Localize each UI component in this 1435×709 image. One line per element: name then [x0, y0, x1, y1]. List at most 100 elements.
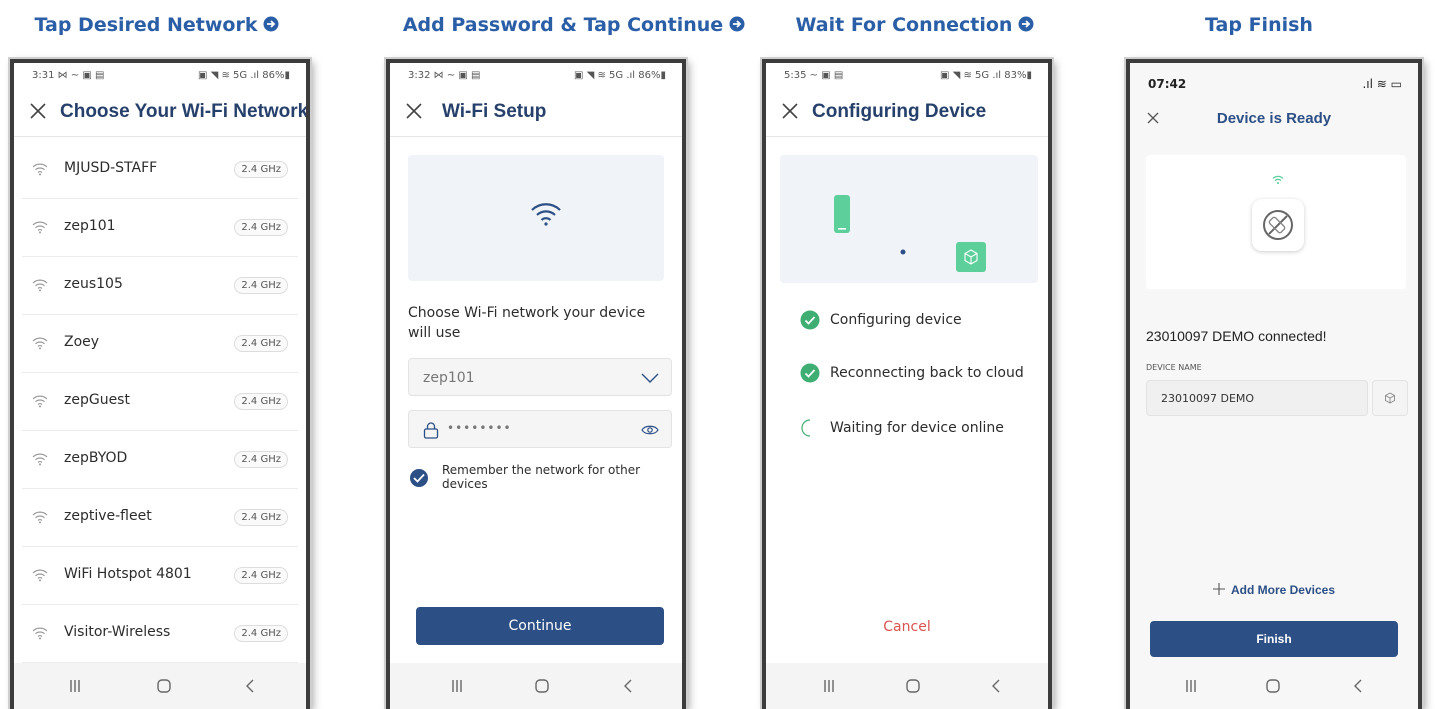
device-name-value: 23010097 DEMO	[1161, 392, 1255, 405]
network-name: Zoey	[64, 334, 100, 350]
phone-device-ready: 07:42 .ıl ≋ ▭ Device is Ready 23010097 D…	[1126, 59, 1422, 709]
status-bar: 5:35 ∼ ▣ ▤ ▣ ◥ ≋ 5G .ıl 83%▮	[766, 63, 1048, 87]
network-select[interactable]: zep101	[408, 358, 672, 396]
device-illustration	[1146, 155, 1406, 289]
band-badge: 2.4 GHz	[234, 219, 288, 236]
step-title-3: Wait For Connection	[792, 10, 1038, 40]
status-bar: 07:42 .ıl ≋ ▭	[1130, 63, 1418, 97]
wifi-signal-icon	[32, 337, 48, 350]
check-circle-icon	[800, 363, 820, 383]
android-nav-bar	[1130, 663, 1418, 709]
page-title: Wi-Fi Setup	[442, 101, 547, 122]
android-nav-bar	[766, 663, 1048, 709]
network-list-item[interactable]: zep101 2.4 GHz	[22, 199, 298, 257]
close-icon[interactable]	[778, 99, 802, 123]
band-badge: 2.4 GHz	[234, 567, 288, 584]
network-list-item[interactable]: WiFi Hotspot 4801 2.4 GHz	[22, 547, 298, 605]
app-bar: Wi-Fi Setup	[390, 87, 682, 137]
network-prompt: Choose Wi-Fi network your device will us…	[408, 305, 646, 341]
app-bar: Configuring Device	[766, 87, 1048, 137]
home-icon[interactable]	[533, 677, 551, 695]
back-icon[interactable]	[988, 677, 1006, 695]
network-name: zepBYOD	[64, 450, 128, 466]
page-title: Choose Your Wi-Fi Network	[60, 101, 309, 122]
network-list-item[interactable]: zepBYOD 2.4 GHz	[22, 431, 298, 489]
status-time: 3:31 ⋈ ∼ ▣ ▤	[32, 70, 105, 81]
status-indicators: .ıl ≋ ▭	[1362, 77, 1402, 91]
remember-checkbox[interactable]	[410, 469, 428, 487]
continue-button[interactable]: Continue	[416, 607, 664, 645]
status-indicators: ▣ ◥ ≋ 5G .ıl 86%▮	[198, 70, 290, 81]
add-more-label: Add More Devices	[1230, 583, 1336, 597]
cancel-button[interactable]: Cancel	[766, 617, 1048, 637]
band-badge: 2.4 GHz	[234, 451, 288, 468]
network-name: zepGuest	[64, 392, 130, 408]
phone-configuring-device: 5:35 ∼ ▣ ▤ ▣ ◥ ≋ 5G .ıl 83%▮ Configuring…	[762, 59, 1052, 709]
network-name: zep101	[64, 218, 116, 234]
android-nav-bar	[390, 663, 682, 709]
config-step-label: Waiting for device online	[830, 420, 1004, 436]
device-name-input[interactable]: 23010097 DEMO	[1146, 380, 1368, 416]
eye-icon[interactable]	[641, 424, 659, 436]
network-list-item[interactable]: zeptive-fleet 2.4 GHz	[22, 489, 298, 547]
phone-choose-network: 3:31 ⋈ ∼ ▣ ▤ ▣ ◥ ≋ 5G .ıl 86%▮ Choose Yo…	[10, 59, 310, 709]
close-icon[interactable]	[402, 99, 426, 123]
network-name: MJUSD-STAFF	[64, 160, 158, 176]
password-field[interactable]: ••••••••	[408, 410, 672, 448]
step-title-4: Tap Finish	[1184, 10, 1334, 40]
network-list-item[interactable]: zepGuest 2.4 GHz	[22, 373, 298, 431]
chevron-down-icon	[641, 373, 659, 383]
band-badge: 2.4 GHz	[234, 161, 288, 178]
network-list[interactable]: MJUSD-STAFF 2.4 GHz zep101 2.4 GHz zeus105 2.…	[22, 141, 298, 663]
check-circle-icon	[800, 310, 820, 330]
recents-icon[interactable]	[1182, 677, 1200, 695]
home-icon[interactable]	[155, 677, 173, 695]
band-badge: 2.4 GHz	[234, 335, 288, 352]
status-time: 07:42	[1148, 77, 1187, 91]
config-step-label: Configuring device	[830, 312, 962, 328]
network-list-item[interactable]: Zoey 2.4 GHz	[22, 315, 298, 373]
recents-icon[interactable]	[820, 677, 838, 695]
step-title-1: Tap Desired Network	[14, 10, 300, 40]
device-cube-icon	[956, 242, 986, 272]
close-icon[interactable]	[26, 99, 50, 123]
network-list-item[interactable]: MJUSD-STAFF 2.4 GHz	[22, 141, 298, 199]
check-icon	[413, 473, 425, 483]
finish-button[interactable]: Finish	[1150, 621, 1398, 657]
back-icon[interactable]	[242, 677, 260, 695]
lock-icon	[423, 422, 439, 439]
wifi-signal-icon	[32, 279, 48, 292]
device-name-label: DEVICE NAME	[1146, 363, 1202, 372]
cube-icon	[1385, 392, 1395, 404]
wifi-signal-icon	[32, 163, 48, 176]
app-bar: Choose Your Wi-Fi Network	[14, 87, 306, 137]
network-select-value: zep101	[423, 370, 475, 386]
add-more-devices-button[interactable]: Add More Devices	[1130, 581, 1418, 601]
device-type-button[interactable]	[1372, 380, 1408, 416]
status-indicators: ▣ ◥ ≋ 5G .ıl 86%▮	[574, 70, 666, 81]
recents-icon[interactable]	[66, 677, 84, 695]
back-icon[interactable]	[1350, 677, 1368, 695]
wifi-signal-icon	[32, 511, 48, 524]
password-value: ••••••••	[447, 421, 512, 435]
phone-wifi-setup: 3:32 ⋈ ∼ ▣ ▤ ▣ ◥ ≋ 5G .ıl 86%▮ Wi-Fi Set…	[386, 59, 686, 709]
config-step-label: Reconnecting back to cloud	[830, 365, 1024, 381]
status-time: 5:35 ∼ ▣ ▤	[784, 70, 844, 81]
configuring-illustration	[780, 155, 1038, 283]
home-icon[interactable]	[1264, 677, 1282, 695]
network-list-item[interactable]: Visitor-Wireless 2.4 GHz	[22, 605, 298, 663]
app-bar: Device is Ready	[1130, 97, 1418, 139]
home-icon[interactable]	[904, 677, 922, 695]
android-nav-bar	[14, 663, 306, 709]
recents-icon[interactable]	[448, 677, 466, 695]
progress-dot	[900, 249, 906, 255]
back-icon[interactable]	[620, 677, 638, 695]
wifi-signal-icon	[32, 221, 48, 234]
network-name: zeus105	[64, 276, 123, 292]
arrow-right-circle-icon	[729, 16, 745, 32]
network-list-item[interactable]: zeus105 2.4 GHz	[22, 257, 298, 315]
network-name: zeptive-fleet	[64, 508, 152, 524]
phone-icon	[834, 195, 850, 233]
remember-label: Remember the network for other devices	[442, 463, 641, 491]
status-indicators: ▣ ◥ ≋ 5G .ıl 83%▮	[940, 70, 1032, 81]
